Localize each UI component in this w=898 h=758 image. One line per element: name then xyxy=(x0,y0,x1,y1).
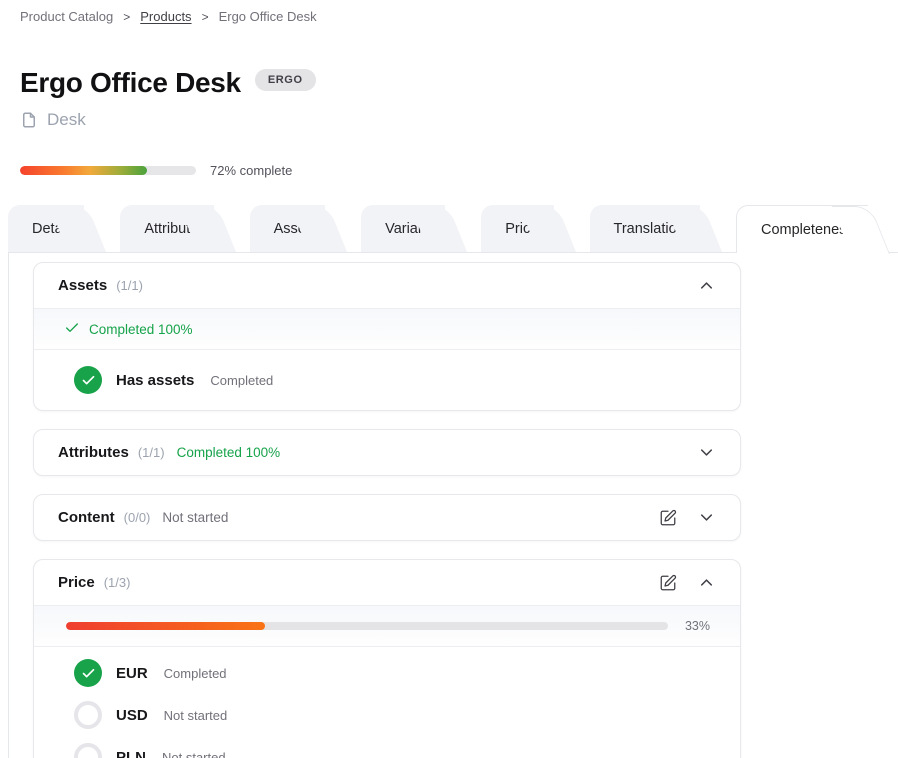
section-title: Content xyxy=(58,509,115,526)
overall-progress-label: 72% complete xyxy=(210,163,292,178)
section-status: Completed 100% xyxy=(177,445,281,460)
check-circle-icon xyxy=(74,659,102,687)
section-title: Price xyxy=(58,574,95,591)
section-attributes-header[interactable]: Attributes (1/1) Completed 100% xyxy=(34,430,740,475)
currency-row-pln: PLN Not started xyxy=(34,736,740,758)
currency-name: USD xyxy=(116,707,148,724)
section-count: (1/3) xyxy=(104,575,131,590)
section-count: (1/1) xyxy=(138,445,165,460)
family-label: Desk xyxy=(47,110,86,130)
breadcrumb-item-product-catalog[interactable]: Product Catalog xyxy=(20,9,113,24)
price-progress-label: 33% xyxy=(682,619,710,633)
tab-prices[interactable]: Prices xyxy=(481,205,553,252)
section-attributes: Attributes (1/1) Completed 100% xyxy=(33,429,741,476)
currency-name: EUR xyxy=(116,665,148,682)
empty-circle-icon xyxy=(74,701,102,729)
product-page: Product Catalog > Products > Ergo Office… xyxy=(0,0,898,758)
overall-progress-bar xyxy=(20,166,196,175)
tab-bar: Details Attributes Assets Variants Price… xyxy=(0,205,898,252)
breadcrumb-item-current: Ergo Office Desk xyxy=(219,9,317,24)
tab-attributes[interactable]: Attributes xyxy=(120,205,213,252)
page-title: Ergo Office Desk xyxy=(20,66,241,100)
breadcrumb-separator: > xyxy=(202,10,209,24)
breadcrumb-item-products[interactable]: Products xyxy=(140,9,191,24)
edit-icon[interactable] xyxy=(659,509,677,527)
breadcrumb-separator: > xyxy=(123,10,130,24)
currency-status: Not started xyxy=(162,750,226,758)
currency-row-eur: EUR Completed xyxy=(34,652,740,694)
section-assets: Assets (1/1) Completed 100% Has assets xyxy=(33,262,741,411)
check-icon xyxy=(64,320,80,339)
edit-icon[interactable] xyxy=(659,574,677,592)
currency-row-usd: USD Not started xyxy=(34,694,740,736)
breadcrumb: Product Catalog > Products > Ergo Office… xyxy=(0,0,898,24)
summary-label: Completed 100% xyxy=(89,322,193,337)
tab-translations[interactable]: Translations xyxy=(590,205,700,252)
requirement-status: Completed xyxy=(210,373,273,388)
chevron-up-icon[interactable] xyxy=(697,573,716,592)
section-assets-summary: Completed 100% xyxy=(34,309,740,349)
section-status: Not started xyxy=(162,510,228,525)
empty-circle-icon xyxy=(74,743,102,758)
section-count: (0/0) xyxy=(124,510,151,525)
section-title: Assets xyxy=(58,277,107,294)
section-price: Price (1/3) 33% xyxy=(33,559,741,758)
requirement-row-has-assets: Has assets Completed xyxy=(34,350,740,410)
tab-variants[interactable]: Variants xyxy=(361,205,445,252)
section-assets-header[interactable]: Assets (1/1) xyxy=(34,263,740,308)
section-count: (1/1) xyxy=(116,278,143,293)
section-price-header[interactable]: Price (1/3) xyxy=(34,560,740,605)
completeness-panel: Assets (1/1) Completed 100% Has assets xyxy=(8,252,898,758)
chevron-down-icon[interactable] xyxy=(697,508,716,527)
section-content: Content (0/0) Not started xyxy=(33,494,741,541)
requirement-name: Has assets xyxy=(116,372,194,389)
currency-status: Completed xyxy=(164,666,227,681)
tab-assets[interactable]: Assets xyxy=(250,205,326,252)
product-sku-badge: ERGO xyxy=(255,69,316,91)
file-icon xyxy=(20,111,38,129)
tab-details[interactable]: Details xyxy=(8,205,84,252)
currency-status: Not started xyxy=(164,708,228,723)
title-row: Ergo Office Desk ERGO xyxy=(20,66,898,100)
price-progress-fill xyxy=(66,622,265,630)
family-row: Desk xyxy=(20,110,898,130)
overall-progress-fill xyxy=(20,166,147,175)
chevron-up-icon[interactable] xyxy=(697,276,716,295)
price-progress-bar xyxy=(66,622,668,630)
currency-name: PLN xyxy=(116,749,146,758)
chevron-down-icon[interactable] xyxy=(697,443,716,462)
price-progress: 33% xyxy=(34,606,740,646)
check-circle-icon xyxy=(74,366,102,394)
section-title: Attributes xyxy=(58,444,129,461)
section-content-header[interactable]: Content (0/0) Not started xyxy=(34,495,740,540)
tab-completeness[interactable]: Completeness xyxy=(736,205,868,253)
overall-progress: 72% complete xyxy=(20,163,898,178)
